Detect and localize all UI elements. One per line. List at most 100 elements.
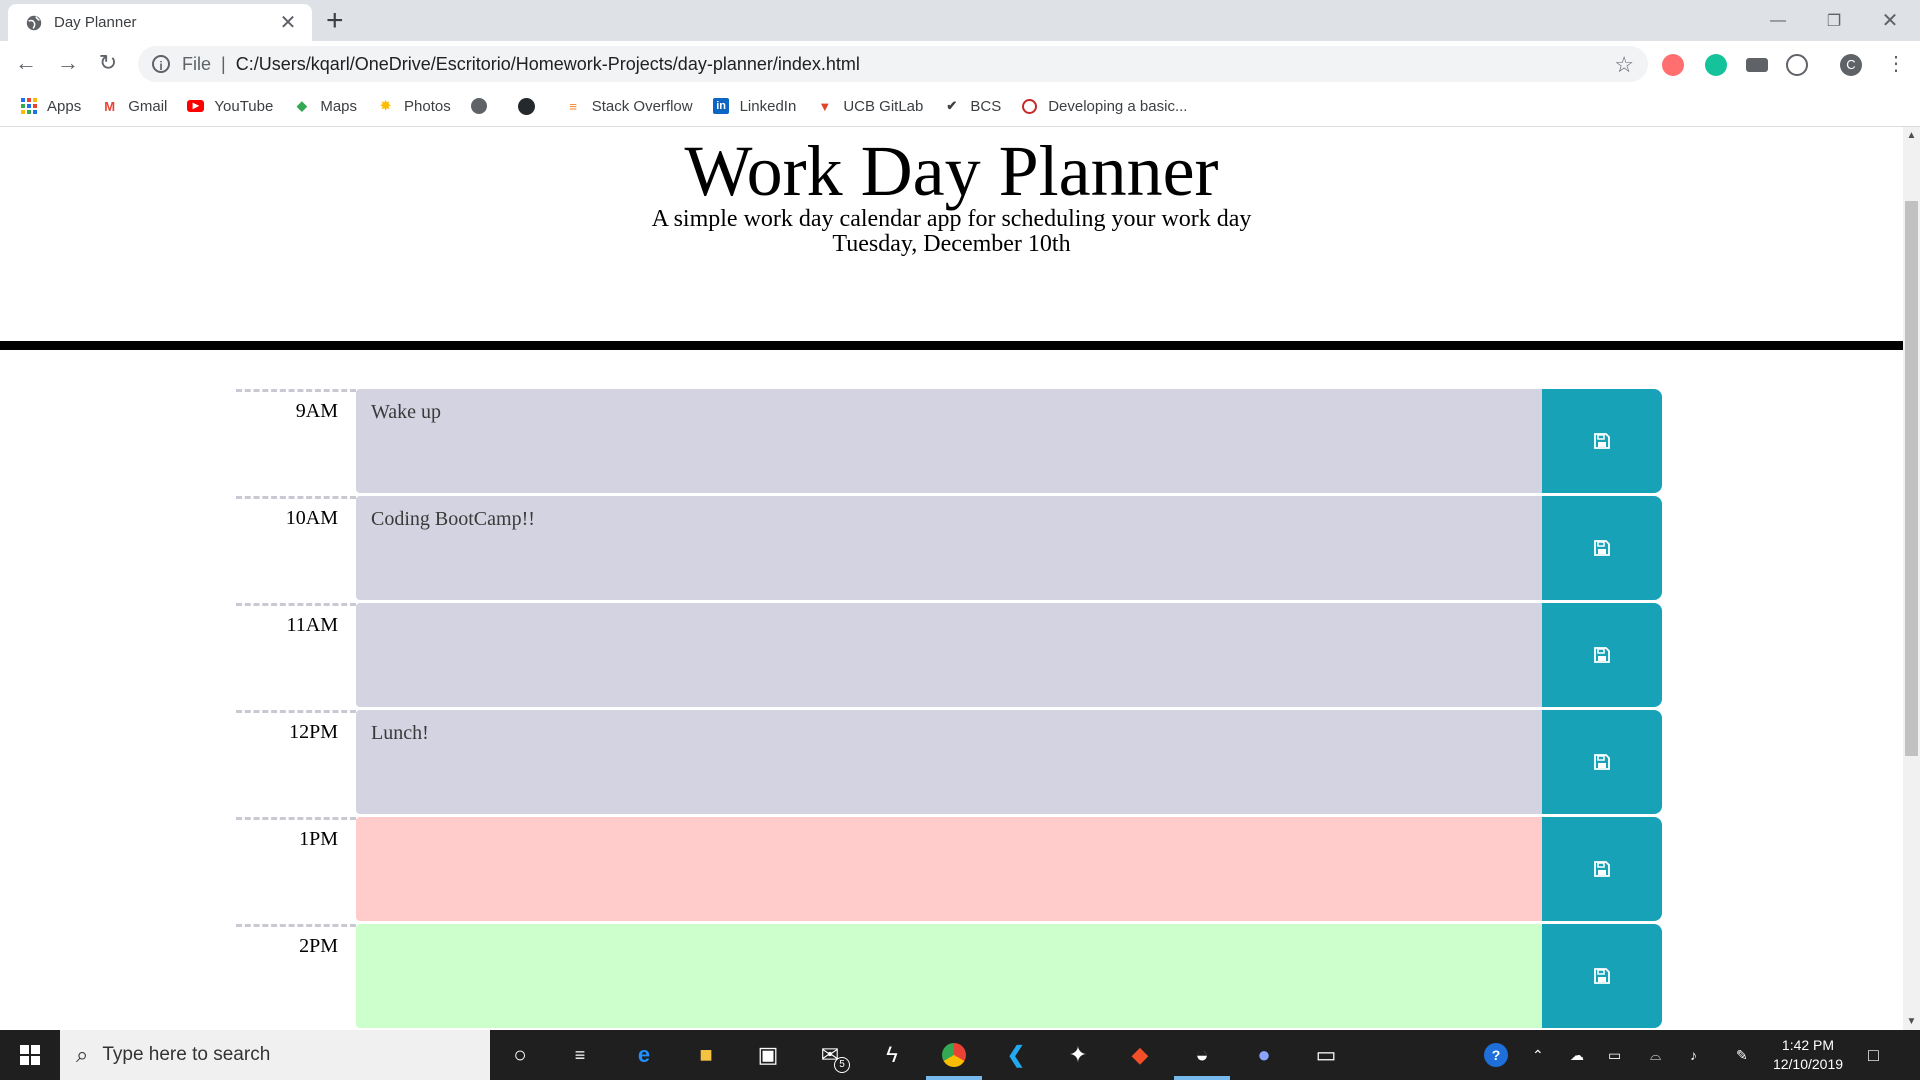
youtube-icon: ▶ — [187, 98, 205, 115]
url-scheme: File — [182, 53, 212, 74]
save-floppy-icon — [1594, 968, 1610, 984]
bookmark-label: Maps — [320, 97, 358, 115]
pen-icon[interactable]: ✎ — [1736, 1030, 1748, 1080]
save-button[interactable] — [1542, 924, 1662, 1028]
url-path[interactable]: C:/Users/kqarl/OneDrive/Escritorio/Homew… — [236, 54, 860, 75]
taskbar-search-box[interactable]: ⌕ Type here to search — [60, 1030, 490, 1080]
slack-icon[interactable]: ✦ — [1062, 1039, 1094, 1071]
tab-close-icon[interactable]: ✕ — [278, 10, 298, 35]
bookmark-label: UCB GitLab — [843, 97, 924, 115]
save-floppy-icon — [1594, 647, 1610, 663]
gmail-icon: M — [104, 98, 116, 114]
bookmark-photos[interactable]: ✸ Photos — [377, 98, 451, 115]
terminal-icon[interactable]: ▭ — [1310, 1039, 1342, 1071]
git-icon[interactable]: ◆ — [1124, 1039, 1156, 1071]
description-input[interactable] — [356, 603, 1542, 707]
extension-circle-icon[interactable] — [1786, 54, 1808, 76]
flash-app-icon[interactable]: ϟ — [876, 1039, 908, 1071]
new-tab-button[interactable]: + — [326, 6, 344, 36]
extension-arrow-icon[interactable] — [1662, 54, 1684, 76]
address-bar[interactable]: i File | C:/Users/kqarl/OneDrive/Escrito… — [138, 46, 1648, 82]
edge-icon[interactable]: e — [628, 1039, 660, 1071]
bookmark-gitlab[interactable]: ▼ UCB GitLab — [816, 98, 923, 115]
task-view-icon[interactable]: ≡ — [564, 1039, 596, 1071]
bookmark-gmail[interactable]: M Gmail — [101, 98, 167, 115]
gitkraken-active-indicator — [1174, 1076, 1230, 1080]
menu-kebab-icon[interactable]: ⋮ — [1880, 47, 1912, 79]
save-floppy-icon — [1594, 754, 1610, 770]
help-icon[interactable]: ? — [1484, 1030, 1508, 1080]
save-button[interactable] — [1542, 603, 1662, 707]
github-icon — [517, 97, 535, 115]
back-arrow-icon[interactable]: ← — [10, 47, 42, 79]
bookmark-maps[interactable]: ◆ Maps — [293, 98, 357, 115]
bookmark-globe[interactable] — [471, 98, 498, 115]
chrome-icon[interactable] — [938, 1039, 970, 1071]
chrome-active-indicator — [926, 1076, 982, 1080]
save-button[interactable] — [1542, 496, 1662, 600]
gitkraken-icon[interactable]: ◒ — [1186, 1039, 1218, 1071]
save-button[interactable] — [1542, 389, 1662, 493]
file-explorer-icon[interactable]: ■ — [690, 1039, 722, 1071]
hour-label: 9AM — [236, 389, 356, 493]
search-icon: ⌕ — [76, 1042, 89, 1067]
bookmark-bcs[interactable]: ✔ BCS — [943, 98, 1001, 115]
save-floppy-icon — [1594, 861, 1610, 877]
description-input[interactable] — [356, 924, 1542, 1028]
cortana-icon[interactable]: ○ — [504, 1039, 536, 1071]
bookmark-label: Gmail — [128, 97, 168, 115]
bookmark-linkedin[interactable]: in LinkedIn — [713, 97, 797, 115]
bookmark-stackoverflow[interactable]: ≡ Stack Overflow — [565, 97, 693, 115]
description-input[interactable]: Lunch! — [356, 710, 1542, 814]
bookmark-label: LinkedIn — [739, 97, 797, 115]
volume-icon[interactable]: ♪ — [1690, 1030, 1697, 1080]
bookmark-developing[interactable]: Developing a basic... — [1021, 98, 1187, 115]
battery-icon[interactable]: ▭ — [1608, 1030, 1621, 1080]
bookmark-label: Photos — [404, 97, 451, 115]
mail-icon[interactable]: ✉ 5 — [814, 1039, 850, 1073]
scroll-up-icon[interactable]: ▲ — [1903, 127, 1920, 144]
save-button[interactable] — [1542, 817, 1662, 921]
bookmark-label: Stack Overflow — [591, 97, 693, 115]
tray-expand-icon[interactable]: ⌃ — [1532, 1030, 1544, 1080]
description-input[interactable]: Coding BootCamp!! — [356, 496, 1542, 600]
apps-grid-icon — [20, 98, 37, 115]
bookmark-label: YouTube — [214, 97, 274, 115]
window-close-icon[interactable]: ✕ — [1862, 0, 1918, 41]
forward-arrow-icon[interactable]: → — [52, 47, 84, 79]
scrollbar-thumb[interactable] — [1905, 201, 1918, 756]
bookmark-apps[interactable]: Apps — [20, 98, 81, 115]
reload-icon[interactable]: ↻ — [92, 47, 124, 79]
bookmark-github[interactable] — [517, 97, 545, 115]
scroll-down-icon[interactable]: ▼ — [1903, 1013, 1920, 1030]
store-icon[interactable]: ▣ — [752, 1039, 784, 1071]
info-icon[interactable]: i — [152, 55, 170, 73]
bcs-icon: ✔ — [946, 98, 958, 113]
onedrive-icon[interactable]: ☁ — [1570, 1030, 1584, 1080]
hour-label: 12PM — [236, 710, 356, 814]
profile-avatar[interactable]: C — [1840, 54, 1862, 76]
description-input[interactable]: Wake up — [356, 389, 1542, 493]
description-input[interactable] — [356, 817, 1542, 921]
browser-tab[interactable]: Day Planner ✕ — [8, 4, 312, 41]
globe-icon — [471, 98, 488, 115]
cast-icon[interactable] — [1746, 58, 1768, 72]
vscode-icon[interactable]: ❮ — [1000, 1039, 1032, 1071]
taskbar-clock[interactable]: 1:42 PM 12/10/2019 — [1763, 1036, 1853, 1074]
bookmark-star-icon[interactable]: ☆ — [1614, 52, 1634, 78]
time-block-2pm: 2PM — [236, 924, 1662, 1028]
time-block-10am: 10AM Coding BootCamp!! — [236, 496, 1662, 600]
time-block-12pm: 12PM Lunch! — [236, 710, 1662, 814]
clock-date: 12/10/2019 — [1772, 1056, 1844, 1072]
minimize-icon[interactable]: — — [1750, 0, 1806, 41]
wifi-icon[interactable]: ⌓ — [1650, 1030, 1661, 1080]
grammarly-icon[interactable] — [1705, 54, 1727, 76]
save-floppy-icon — [1594, 540, 1610, 556]
eclipse-icon[interactable]: ● — [1248, 1039, 1280, 1071]
restore-icon[interactable]: ❐ — [1806, 0, 1862, 41]
save-button[interactable] — [1542, 710, 1662, 814]
notifications-icon[interactable]: □ — [1868, 1030, 1879, 1080]
page-scrollbar[interactable]: ▲ ▼ — [1903, 127, 1920, 1030]
windows-start-icon[interactable] — [0, 1030, 60, 1080]
bookmark-youtube[interactable]: ▶ YouTube — [187, 98, 273, 115]
